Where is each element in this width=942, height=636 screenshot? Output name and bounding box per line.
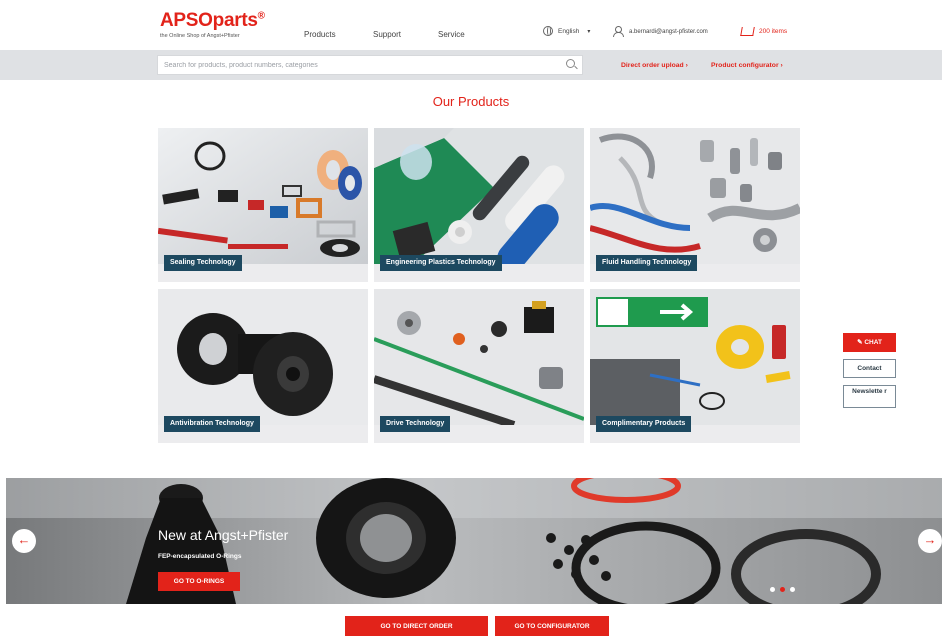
nav-service[interactable]: Service: [438, 30, 465, 39]
tile-label[interactable]: Engineering Plastics Technology: [380, 255, 502, 271]
product-tile-antivibration[interactable]: Antivibration Technology: [158, 289, 368, 443]
search-icon[interactable]: [566, 59, 575, 68]
product-tile-complimentary[interactable]: Complimentary Products: [590, 289, 800, 443]
direct-order-upload-link[interactable]: Direct order upload ›: [621, 62, 688, 69]
logo-wordmark[interactable]: APSOparts®: [160, 10, 265, 32]
drive-image: [374, 289, 584, 425]
arrow-left-icon: ←: [17, 532, 31, 547]
tile-label[interactable]: Sealing Technology: [164, 255, 242, 271]
arrow-right-icon: →: [923, 532, 937, 547]
product-tile-sealing[interactable]: Sealing Technology: [158, 128, 368, 282]
carousel-dot-2[interactable]: [780, 587, 785, 592]
hero-subtitle: FEP-encapsulated O-Rings: [158, 553, 242, 560]
carousel-next-button[interactable]: →: [918, 529, 942, 553]
go-to-o-rings-button[interactable]: GO TO O-RINGS: [158, 572, 240, 591]
hero-banner: [6, 478, 942, 604]
logo[interactable]: APSOparts® the Online Shop of Angst+Pfis…: [160, 10, 265, 39]
fluid-handling-image: [590, 128, 800, 264]
go-to-configurator-button[interactable]: GO TO CONFIGURATOR: [495, 616, 609, 636]
tile-label[interactable]: Antivibration Technology: [164, 416, 260, 432]
complimentary-image: [590, 289, 800, 425]
search-bar: [0, 50, 942, 80]
user-icon: [613, 26, 624, 37]
page: APSOparts® the Online Shop of Angst+Pfis…: [0, 0, 942, 636]
page-title: Our Products: [432, 94, 510, 109]
tile-label[interactable]: Drive Technology: [380, 416, 451, 432]
logo-tagline: the Online Shop of Angst+Pfister: [160, 33, 240, 39]
tile-label[interactable]: Complimentary Products: [596, 416, 692, 432]
chat-button[interactable]: ✎ CHAT: [843, 333, 896, 352]
cart-button[interactable]: 200 items: [740, 27, 788, 36]
globe-icon: [543, 26, 553, 36]
sealing-image: [158, 128, 368, 264]
antivibration-image: [158, 289, 368, 425]
language-selector[interactable]: English ▾: [543, 26, 590, 36]
product-tile-engineering-plastics[interactable]: Engineering Plastics Technology: [374, 128, 584, 282]
chevron-down-icon: ▾: [587, 28, 591, 35]
carousel-prev-button[interactable]: ←: [12, 529, 36, 553]
carousel-dot-3[interactable]: [790, 587, 795, 592]
language-label: English: [558, 27, 580, 35]
cart-count: 200 items: [759, 28, 788, 35]
contact-button[interactable]: Contact: [843, 359, 896, 378]
product-configurator-link[interactable]: Product configurator ›: [711, 62, 783, 69]
engineering-plastics-image: [374, 128, 584, 264]
product-tile-fluid-handling[interactable]: Fluid Handling Technology: [590, 128, 800, 282]
search-input[interactable]: [157, 55, 583, 75]
go-to-direct-order-button[interactable]: GO TO DIRECT ORDER: [345, 616, 488, 636]
nav-products[interactable]: Products: [304, 30, 336, 39]
header: APSOparts® the Online Shop of Angst+Pfis…: [0, 0, 942, 50]
nav-support[interactable]: Support: [373, 30, 401, 39]
hero-title: New at Angst+Pfister: [158, 527, 289, 543]
newsletter-button[interactable]: Newslette r: [843, 385, 896, 408]
tile-label[interactable]: Fluid Handling Technology: [596, 255, 698, 271]
cart-icon: [740, 27, 755, 36]
user-email: a.bernardi@angst-pfister.com: [629, 28, 708, 35]
carousel-dot-1[interactable]: [770, 587, 775, 592]
user-account[interactable]: a.bernardi@angst-pfister.com: [613, 26, 708, 37]
carousel-dots: [770, 587, 800, 592]
product-tile-drive[interactable]: Drive Technology: [374, 289, 584, 443]
